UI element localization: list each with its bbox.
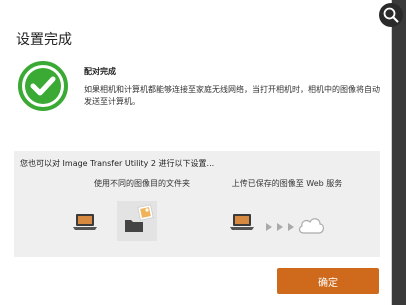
panel-heading: 您也可以对 Image Transfer Utility 2 进行以下设置... (20, 159, 215, 168)
additional-settings-panel: 您也可以对 Image Transfer Utility 2 进行以下设置...… (14, 151, 380, 257)
web-service-option-label: 上传已保存的图像至 Web 服务 (231, 179, 343, 188)
laptop-icon (73, 214, 97, 230)
laptop-icon (230, 214, 254, 230)
pairing-complete-heading: 配对完成 (84, 67, 116, 76)
zoom-icon[interactable] (378, 2, 404, 28)
pairing-description: 如果相机和计算机都能够连接至家庭无线网络，当打开相机时，相机中的图像将自动发送至… (84, 85, 380, 106)
destination-folder-button[interactable] (117, 201, 157, 241)
dialog-title: 设置完成 (16, 32, 72, 48)
arrows-icon (266, 223, 294, 231)
setup-complete-dialog: 设置完成 配对完成 如果相机和计算机都能够连接至家庭无线网络，当打开相机时，相机… (0, 0, 392, 305)
ok-button[interactable]: 确定 (277, 268, 379, 294)
destination-folder-option-label: 使用不同的图像目的文件夹 (94, 179, 190, 188)
cloud-icon[interactable] (296, 214, 326, 236)
check-circle-icon (18, 61, 68, 111)
photo-icon (137, 204, 154, 221)
